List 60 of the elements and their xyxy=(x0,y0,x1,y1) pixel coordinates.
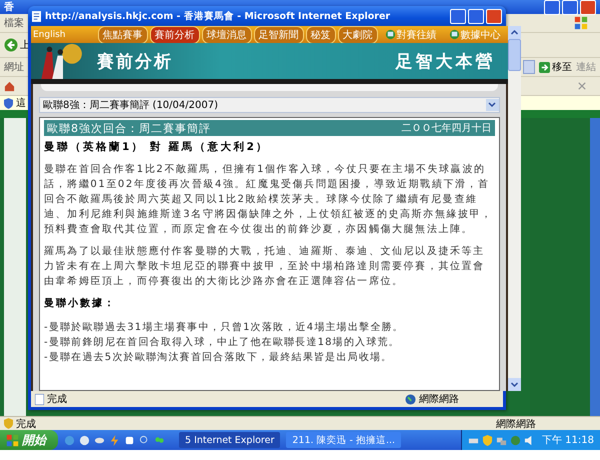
nav-tab[interactable]: 大劇院 xyxy=(338,26,378,44)
match-title: 曼聯（英格蘭1） 對 羅馬（意大利2） xyxy=(44,140,270,154)
nav-tab[interactable]: 數據中心 xyxy=(444,26,506,44)
status-text: 完成 xyxy=(16,418,36,430)
scroll-thumb[interactable] xyxy=(508,39,520,71)
nav-tab[interactable]: 焦點賽事 xyxy=(98,26,148,44)
menu-item[interactable]: 檔案 xyxy=(4,16,24,30)
windows-logo-icon[interactable] xyxy=(6,434,19,446)
section-heading: 曼聯小數據： xyxy=(44,296,117,310)
article-paragraph: 曼聯在首回合作客1比2不敵羅馬，但擁有1個作客入球，今仗只要在主場不失球贏波的話，將繼01至02年度後再次晉級4強。紅魔鬼受傷兵問題困擾，導致近期戰績下滑，首回合不敵羅馬後於周六英超又同以1比2敗給樸茨茅夫。球隊今仗除了繼續有尼曼查維迪、加利尼維利與施維斯達3名守將因傷缺陣之外，上仗領紅被逐的史高斯亦無緣披甲，預料費查會取代其位置，而原定會在今仗復出的前鋒沙夏，亦因觸傷大腿無法上陣。 xyxy=(44,162,494,237)
nav-tab[interactable]: 賽前分析 xyxy=(150,26,200,44)
maximize-button[interactable] xyxy=(468,8,484,24)
address-label: 網址 xyxy=(4,60,24,74)
close-button[interactable] xyxy=(486,8,502,24)
banner-brand: 足智大本營 xyxy=(396,50,496,72)
fact-line: -曼聯於歐聯過去31場主場賽事中，只曾1次落敗，近4場主場出擊全勝。 xyxy=(44,320,405,335)
minimize-button[interactable] xyxy=(544,0,560,14)
information-bar-text[interactable]: 這 xyxy=(16,96,26,110)
close-icon[interactable] xyxy=(578,82,586,90)
start-button[interactable]: 開始 xyxy=(0,430,58,450)
zone-label: 網際網路 xyxy=(496,418,536,430)
fact-line: -曼聯前鋒朗尼在首回合取得入球，中止了他在歐聯長達18場的入球荒。 xyxy=(44,336,401,350)
article-dropdown[interactable]: 歐聯8強：周二賽事簡評 (10/04/2007) xyxy=(39,97,500,113)
taskbar-button[interactable]: 5 Internet Explorer xyxy=(179,432,280,448)
go-button[interactable]: 移至 xyxy=(539,60,572,74)
shield-icon xyxy=(4,98,13,108)
minimize-button[interactable] xyxy=(450,8,466,24)
home-icon[interactable] xyxy=(4,80,15,92)
window-title: 香 xyxy=(4,0,14,14)
scrollbar[interactable] xyxy=(508,26,520,391)
zone-label: 網際網路 xyxy=(419,393,459,406)
people-icon[interactable] xyxy=(154,434,165,446)
warning-shield-icon xyxy=(4,418,13,429)
article-paragraph: 羅馬為了以最佳狀態應付作客曼聯的大戰，托迪、迪羅斯、泰迪、文仙尼以及捷禾等主力皆未有在上周六擊敗卡坦尼亞的聯賽中披甲，至於中場柏路達則需要停賽，其位置會由韋希姆臣頂上，而停賽復出的大衛比沙路亦會在正選陣容佔一席位。 xyxy=(44,244,486,289)
article-date: 二ＯＯ七年四月十日 xyxy=(402,122,492,135)
page-icon xyxy=(35,394,44,404)
page-icon xyxy=(32,10,41,22)
back-arrow-icon[interactable] xyxy=(4,38,18,52)
nav-tab[interactable]: 秘笈 xyxy=(306,26,336,44)
monitor-icon[interactable] xyxy=(448,29,460,40)
close-button[interactable] xyxy=(580,0,596,14)
windows-logo-icon xyxy=(574,16,588,30)
taskbar-button[interactable]: 211. 陳奕迅 - 抱擁這... xyxy=(286,432,402,448)
arrow-icon[interactable] xyxy=(539,62,550,72)
restore-button[interactable] xyxy=(562,0,578,14)
links-label[interactable]: 連結 xyxy=(576,60,596,74)
language-link[interactable]: English xyxy=(33,30,66,40)
fact-line: -曼聯在過去5次於歐聯淘汰賽首回合落敗下，最終結果皆是出局收場。 xyxy=(44,350,394,365)
nav-tab[interactable]: 足智新聞 xyxy=(254,26,304,44)
article-title: 歐聯8強次回合：周二賽事簡評 xyxy=(47,120,211,136)
status-text: 完成 xyxy=(47,392,67,406)
banner-title: 賽前分析 xyxy=(97,50,173,72)
clock: 下午 11:18 xyxy=(542,434,594,447)
nav-tab[interactable]: 球壇消息 xyxy=(202,26,252,44)
window-title: http://analysis.hkjc.com - 香港賽馬會 - Microsoft Internet Explorer xyxy=(45,10,390,22)
shield-icon[interactable] xyxy=(482,434,493,446)
square-icon[interactable] xyxy=(124,434,135,446)
monitor-icon[interactable] xyxy=(384,29,396,40)
lightning-icon[interactable] xyxy=(109,434,120,446)
nav-tab[interactable]: 對賽往績 xyxy=(380,26,442,44)
